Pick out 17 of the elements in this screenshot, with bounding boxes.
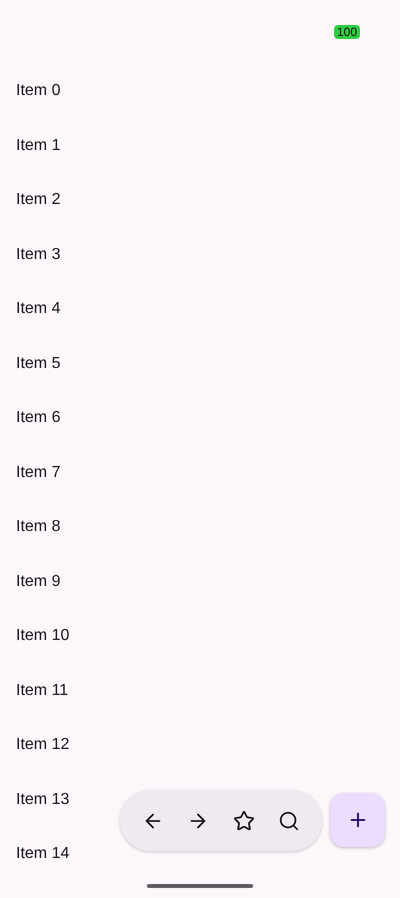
- list-item: Item 13: [16, 790, 70, 809]
- list-item: Item 9: [16, 572, 60, 591]
- list-item: Item 1: [16, 136, 60, 155]
- list-item: Item 0: [16, 82, 60, 100]
- battery-level: 100: [334, 25, 360, 39]
- list-item: Item 3: [16, 246, 60, 264]
- list-item: Item 11: [16, 682, 68, 700]
- list-item: Item 5: [16, 354, 60, 373]
- list-item: Item 6: [16, 409, 60, 428]
- list-item: Item 7: [16, 464, 60, 482]
- list-item: Item 2: [16, 191, 60, 210]
- list-item: Item 8: [16, 518, 60, 536]
- list-item: Item 12: [16, 736, 70, 754]
- list-item: Item 14: [16, 845, 70, 864]
- list-item: Item 4: [16, 300, 60, 318]
- list-item: Item 10: [16, 627, 70, 646]
- star-icon[interactable]: [232, 808, 256, 832]
